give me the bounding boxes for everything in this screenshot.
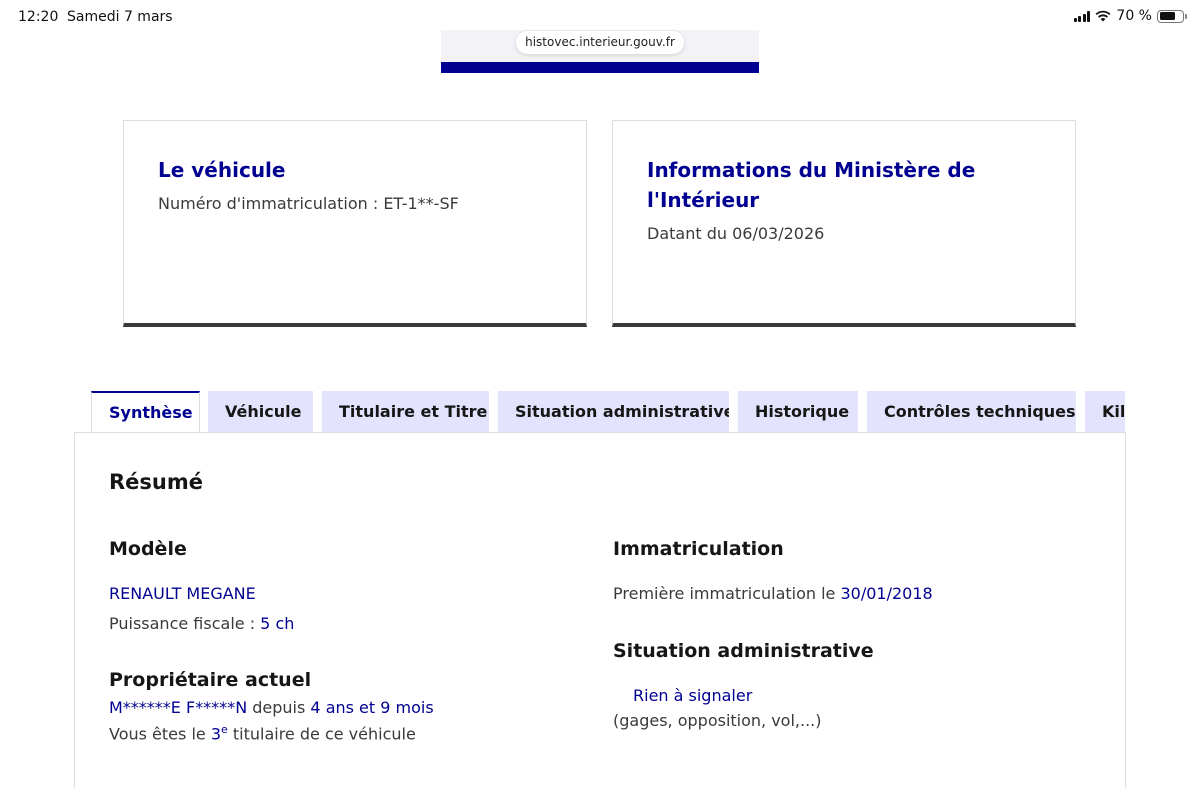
first-registration-date: 30/01/2018: [840, 584, 933, 603]
model-heading: Modèle: [109, 538, 187, 560]
status-date: Samedi 7 mars: [67, 9, 173, 25]
battery-level: [1159, 12, 1175, 20]
status-time: 12:20: [18, 9, 59, 25]
vehicle-card-title: Le véhicule: [158, 158, 286, 182]
tab-situation-administrative[interactable]: Situation administrative: [498, 391, 729, 433]
registration-number: Numéro d'immatriculation : ET-1**-SF: [158, 194, 459, 213]
tab-titulaire[interactable]: Titulaire et Titre: [322, 391, 489, 433]
status-indicators: 70 %: [1073, 8, 1187, 24]
admin-status-heading: Situation administrative: [613, 640, 874, 662]
tab-vehicule[interactable]: Véhicule: [208, 391, 313, 433]
synthesis-panel: Résumé Modèle RENAULT MEGANE Puissance f…: [74, 432, 1126, 788]
tab-bar: Synthèse Véhicule Titulaire et Titre Sit…: [91, 391, 1125, 433]
summary-title: Résumé: [109, 470, 203, 494]
fiscal-power-value: 5 ch: [260, 614, 295, 633]
tab-synthese[interactable]: Synthèse: [91, 391, 200, 433]
battery-icon: [1157, 9, 1187, 23]
registration-heading: Immatriculation: [613, 538, 784, 560]
status-bar: 12:20 Samedi 7 mars 70 %: [0, 0, 1200, 34]
ministry-card: Informations du Ministère de l'Intérieur…: [612, 120, 1076, 327]
tab-controles-techniques[interactable]: Contrôles techniques: [867, 391, 1076, 433]
first-registration: Première immatriculation le 30/01/2018: [613, 584, 933, 603]
admin-status-value: Rien à signaler: [633, 686, 753, 705]
owner-line: M******E F*****N depuis 4 ans et 9 mois: [109, 698, 434, 717]
tab-kilometrage[interactable]: Kilo: [1085, 391, 1125, 433]
wifi-icon: [1095, 10, 1111, 22]
owner-since-value: 4 ans et 9 mois: [310, 698, 434, 717]
cellular-signal-icon: [1073, 10, 1091, 22]
owner-rank: Vous êtes le 3e titulaire de ce véhicule: [109, 723, 416, 743]
admin-status-detail: (gages, opposition, vol,...): [613, 711, 822, 730]
fiscal-power-label: Puissance fiscale :: [109, 614, 261, 633]
owner-rank-number: 3: [210, 724, 221, 744]
owner-since-label: depuis: [247, 698, 311, 717]
ministry-card-title: Informations du Ministère de l'Intérieur: [647, 158, 976, 212]
first-registration-label: Première immatriculation le: [613, 584, 841, 603]
owner-rank-sup: e: [221, 723, 228, 736]
battery-percentage: 70 %: [1116, 8, 1152, 24]
owner-rank-suffix: titulaire de ce véhicule: [227, 724, 416, 744]
vehicle-card: Le véhicule Numéro d'immatriculation : E…: [123, 120, 587, 327]
owner-rank-prefix: Vous êtes le: [109, 724, 211, 744]
header-accent-bar: [441, 62, 759, 73]
model-name: RENAULT MEGANE: [109, 584, 256, 603]
owner-name: M******E F*****N: [109, 698, 248, 717]
url-bar[interactable]: histovec.interieur.gouv.fr: [516, 31, 684, 54]
fiscal-power: Puissance fiscale : 5 ch: [109, 614, 294, 633]
tab-historique[interactable]: Historique: [738, 391, 858, 433]
report-date: Datant du 06/03/2026: [647, 224, 825, 243]
owner-heading: Propriétaire actuel: [109, 669, 312, 691]
